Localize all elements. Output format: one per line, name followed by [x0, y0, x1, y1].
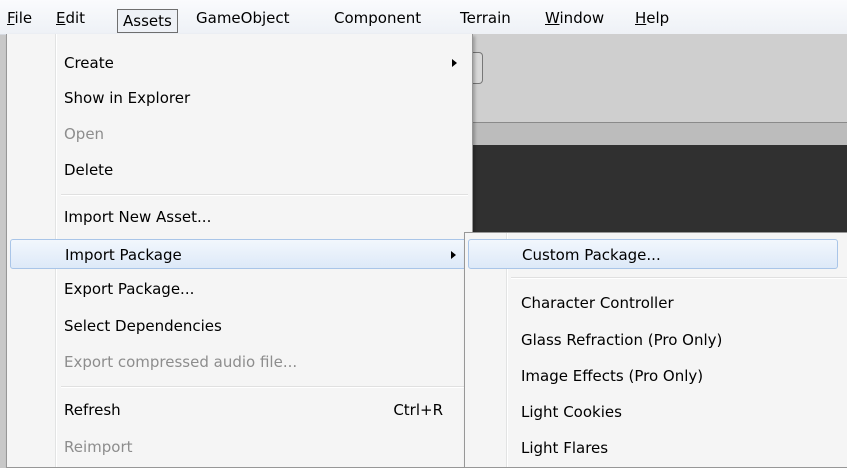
menu-item-export-package[interactable]: Export Package... — [10, 274, 469, 304]
menu-item-refresh[interactable]: Refresh Ctrl+R — [10, 395, 469, 425]
submenu-item-glass-refraction[interactable]: Glass Refraction (Pro Only) — [468, 325, 838, 355]
menu-gameobject[interactable]: GameObject — [191, 7, 295, 31]
menu-item-export-compressed-audio: Export compressed audio file... — [64, 353, 298, 371]
submenu-item-character-controller[interactable]: Character Controller — [468, 288, 838, 318]
menu-item-create[interactable]: Create — [10, 48, 469, 78]
menu-terrain[interactable]: Terrain — [455, 7, 516, 31]
submenu-item-light-cookies[interactable]: Light Cookies — [468, 397, 838, 427]
menu-bar: File Edit Assets GameObject Component Te… — [0, 0, 847, 35]
menu-item-open: Open — [64, 125, 105, 143]
menu-separator — [511, 277, 847, 279]
menu-file[interactable]: File — [2, 7, 37, 31]
menu-item-reimport: Reimport — [64, 438, 133, 456]
menu-assets[interactable]: Assets — [117, 9, 178, 33]
menu-item-select-dependencies[interactable]: Select Dependencies — [10, 311, 469, 341]
menu-separator — [61, 194, 468, 196]
submenu-arrow-icon — [451, 251, 456, 259]
menu-item-import-package[interactable]: Import Package — [10, 239, 469, 269]
tab-strip-fragment — [470, 122, 847, 145]
menu-separator — [61, 386, 468, 388]
menu-component[interactable]: Component — [329, 7, 426, 31]
menu-item-import-new-asset[interactable]: Import New Asset... — [10, 202, 469, 232]
submenu-arrow-icon — [452, 59, 457, 67]
menu-window[interactable]: Window — [540, 7, 609, 31]
menu-help[interactable]: Help — [630, 7, 674, 31]
submenu-item-light-flares[interactable]: Light Flares — [468, 433, 838, 463]
shortcut-label: Ctrl+R — [393, 401, 443, 419]
menu-edit[interactable]: Edit — [51, 7, 90, 31]
submenu-item-image-effects[interactable]: Image Effects (Pro Only) — [468, 361, 838, 391]
menu-item-delete[interactable]: Delete — [10, 155, 469, 185]
menu-item-show-in-explorer[interactable]: Show in Explorer — [10, 83, 469, 113]
submenu-item-custom-package[interactable]: Custom Package... — [468, 239, 838, 269]
import-package-submenu: Custom Package... Character Controller G… — [464, 232, 847, 468]
assets-menu: Create Show in Explorer Open Delete Impo… — [6, 34, 473, 468]
